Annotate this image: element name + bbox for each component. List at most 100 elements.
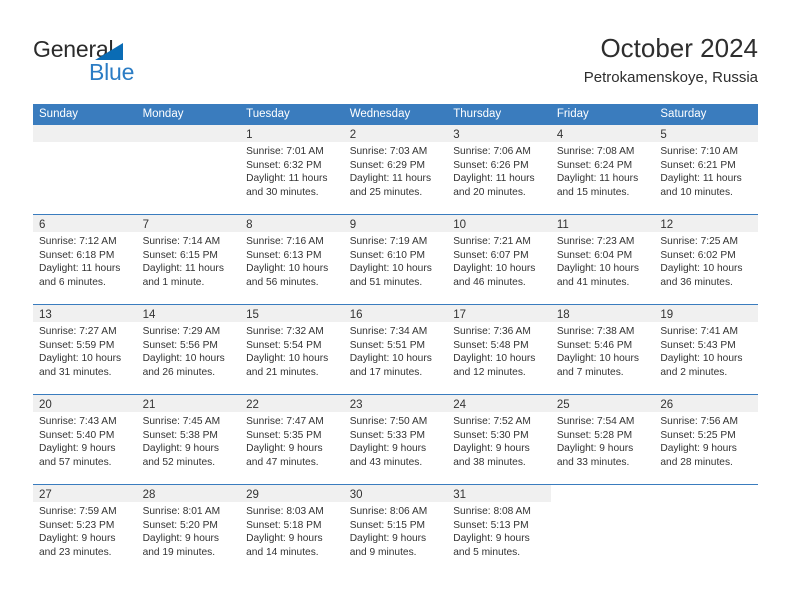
day-number: 23 bbox=[349, 399, 363, 411]
calendar-day-cell[interactable]: 22 Sunrise: 7:47 AM Sunset: 5:35 PM Dayligh… bbox=[240, 395, 344, 484]
day-number: 27 bbox=[39, 489, 52, 501]
day-number: 16 bbox=[349, 309, 363, 321]
calendar-day-cell[interactable]: 18 Sunrise: 7:38 AM Sunset: 5:46 PM Dayligh… bbox=[550, 305, 655, 394]
sunrise-text: Sunrise: 7:34 AM bbox=[349, 326, 428, 337]
day-number: 17 bbox=[453, 309, 467, 321]
sunrise-text: Sunrise: 7:38 AM bbox=[556, 326, 635, 337]
daylight-text-line1: Daylight: 10 hours bbox=[453, 353, 536, 365]
calendar-day-cell[interactable]: 16 Sunrise: 7:34 AM Sunset: 5:51 PM Dayligh… bbox=[343, 305, 448, 394]
daylight-text-line2: and 47 minutes. bbox=[246, 456, 319, 468]
day-details: Sunrise: 7:27 AM Sunset: 5:59 PM Daylight:… bbox=[33, 322, 137, 379]
calendar-day-cell[interactable]: 20 Sunrise: 7:43 AM Sunset: 5:40 PM Dayligh… bbox=[33, 395, 137, 484]
calendar-day-cell[interactable]: 8 Sunrise: 7:16 AM Sunset: 6:13 PM Daylight… bbox=[240, 215, 344, 304]
sunset-text: Sunset: 5:23 PM bbox=[39, 519, 115, 531]
title-block: October 2024 Petrokamenskoye, Russia bbox=[584, 32, 758, 88]
daylight-text-line1: Daylight: 9 hours bbox=[660, 443, 737, 455]
calendar-day-cell[interactable]: 28 Sunrise: 8:01 AM Sunset: 5:20 PM Dayligh… bbox=[136, 485, 241, 574]
day-details: Sunrise: 7:36 AM Sunset: 5:48 PM Daylight:… bbox=[447, 322, 551, 379]
day-number-band: 7 bbox=[136, 215, 241, 232]
calendar-day-cell[interactable]: 19 Sunrise: 7:41 AM Sunset: 5:43 PM Dayligh… bbox=[654, 305, 758, 394]
calendar-day-cell[interactable]: 31 Sunrise: 8:08 AM Sunset: 5:13 PM Dayligh… bbox=[447, 485, 551, 574]
day-number-band: 29 bbox=[240, 485, 344, 502]
calendar-day-cell[interactable]: 23 Sunrise: 7:50 AM Sunset: 5:33 PM Dayligh… bbox=[343, 395, 448, 484]
calendar-day-cell[interactable]: 5 Sunrise: 7:10 AM Sunset: 6:21 PM Daylight… bbox=[654, 125, 758, 214]
day-number-band: 18 bbox=[550, 305, 655, 322]
day-number-band: 8 bbox=[240, 215, 344, 232]
daylight-text-line2: and 7 minutes. bbox=[556, 366, 624, 378]
general-blue-logo: General Blue bbox=[33, 36, 233, 88]
calendar-week-row: 20 Sunrise: 7:43 AM Sunset: 5:40 PM Dayligh… bbox=[33, 394, 758, 484]
calendar-day-cell[interactable]: 17 Sunrise: 7:36 AM Sunset: 5:48 PM Dayligh… bbox=[447, 305, 551, 394]
calendar-day-cell[interactable]: 9 Sunrise: 7:19 AM Sunset: 6:10 PM Daylight… bbox=[343, 215, 448, 304]
calendar-day-cell[interactable]: 2 Sunrise: 7:03 AM Sunset: 6:29 PM Daylight… bbox=[343, 125, 448, 214]
calendar-empty-cell bbox=[136, 125, 241, 214]
daylight-text-line2: and 25 minutes. bbox=[349, 186, 423, 198]
calendar-table: Sunday Monday Tuesday Wednesday Thursday… bbox=[33, 104, 758, 574]
sunset-text: Sunset: 6:15 PM bbox=[142, 249, 218, 261]
daylight-text-line2: and 21 minutes. bbox=[246, 366, 319, 378]
day-number: 8 bbox=[246, 219, 253, 231]
daylight-text-line1: Daylight: 9 hours bbox=[246, 443, 323, 455]
day-details: Sunrise: 7:41 AM Sunset: 5:43 PM Daylight:… bbox=[654, 322, 758, 379]
calendar-day-cell[interactable]: 6 Sunrise: 7:12 AM Sunset: 6:18 PM Daylight… bbox=[33, 215, 137, 304]
daylight-text-line1: Daylight: 10 hours bbox=[349, 353, 432, 365]
day-number: 24 bbox=[453, 399, 467, 411]
sunrise-text: Sunrise: 7:47 AM bbox=[246, 416, 324, 427]
daylight-text-line2: and 51 minutes. bbox=[349, 276, 423, 288]
daylight-text-line1: Daylight: 10 hours bbox=[556, 263, 639, 275]
day-details: Sunrise: 7:45 AM Sunset: 5:38 PM Daylight:… bbox=[137, 412, 241, 469]
day-number: 2 bbox=[349, 129, 357, 141]
calendar-day-cell[interactable]: 11 Sunrise: 7:23 AM Sunset: 6:04 PM Dayligh… bbox=[550, 215, 655, 304]
calendar-day-cell[interactable]: 21 Sunrise: 7:45 AM Sunset: 5:38 PM Dayligh… bbox=[136, 395, 241, 484]
calendar-day-cell[interactable]: 29 Sunrise: 8:03 AM Sunset: 5:18 PM Dayligh… bbox=[240, 485, 344, 574]
calendar-day-cell[interactable]: 1 Sunrise: 7:01 AM Sunset: 6:32 PM Daylight… bbox=[240, 125, 344, 214]
calendar-day-cell[interactable]: 4 Sunrise: 7:08 AM Sunset: 6:24 PM Daylight… bbox=[550, 125, 655, 214]
daylight-text-line1: Daylight: 9 hours bbox=[453, 443, 530, 455]
day-number-band: 2 bbox=[343, 125, 448, 142]
sunset-text: Sunset: 5:48 PM bbox=[453, 339, 529, 351]
day-number-band: 6 bbox=[33, 215, 137, 232]
calendar-day-cell[interactable]: 24 Sunrise: 7:52 AM Sunset: 5:30 PM Dayligh… bbox=[447, 395, 551, 484]
day-number: 22 bbox=[246, 399, 259, 411]
day-number: 6 bbox=[39, 219, 46, 231]
calendar-day-cell[interactable]: 14 Sunrise: 7:29 AM Sunset: 5:56 PM Dayligh… bbox=[136, 305, 241, 394]
daylight-text-line1: Daylight: 10 hours bbox=[349, 263, 432, 275]
day-details: Sunrise: 7:10 AM Sunset: 6:21 PM Daylight:… bbox=[654, 142, 758, 199]
sunrise-text: Sunrise: 7:23 AM bbox=[556, 236, 635, 247]
day-number: 19 bbox=[660, 309, 674, 321]
daylight-text-line2: and 26 minutes. bbox=[142, 366, 216, 378]
day-number-band: 23 bbox=[343, 395, 448, 412]
day-details: Sunrise: 7:06 AM Sunset: 6:26 PM Daylight:… bbox=[447, 142, 551, 199]
calendar-day-cell[interactable]: 13 Sunrise: 7:27 AM Sunset: 5:59 PM Dayligh… bbox=[33, 305, 137, 394]
day-number: 21 bbox=[142, 399, 156, 411]
calendar-day-cell[interactable]: 10 Sunrise: 7:21 AM Sunset: 6:07 PM Dayligh… bbox=[447, 215, 551, 304]
calendar-day-cell[interactable]: 3 Sunrise: 7:06 AM Sunset: 6:26 PM Daylight… bbox=[447, 125, 551, 214]
calendar-day-cell[interactable]: 27 Sunrise: 7:59 AM Sunset: 5:23 PM Dayligh… bbox=[33, 485, 137, 574]
day-number: 3 bbox=[453, 129, 460, 141]
day-number-band: 22 bbox=[240, 395, 344, 412]
calendar-day-cell[interactable]: 26 Sunrise: 7:56 AM Sunset: 5:25 PM Dayligh… bbox=[654, 395, 758, 484]
daylight-text-line1: Daylight: 11 hours bbox=[246, 173, 328, 185]
sunrise-text: Sunrise: 7:41 AM bbox=[660, 326, 738, 337]
daylight-text-line2: and 30 minutes. bbox=[246, 186, 319, 198]
sunset-text: Sunset: 6:13 PM bbox=[246, 249, 322, 261]
daylight-text-line2: and 57 minutes. bbox=[39, 456, 112, 468]
day-number-band: 5 bbox=[654, 125, 758, 142]
calendar-day-cell[interactable]: 30 Sunrise: 8:06 AM Sunset: 5:15 PM Dayligh… bbox=[343, 485, 448, 574]
daylight-text-line2: and 20 minutes. bbox=[453, 186, 526, 198]
sunrise-text: Sunrise: 7:12 AM bbox=[39, 236, 117, 247]
calendar-day-cell[interactable]: 7 Sunrise: 7:14 AM Sunset: 6:15 PM Daylight… bbox=[136, 215, 241, 304]
daylight-text-line2: and 41 minutes. bbox=[556, 276, 630, 288]
sunset-text: Sunset: 5:28 PM bbox=[556, 429, 633, 441]
calendar-day-cell[interactable]: 25 Sunrise: 7:54 AM Sunset: 5:28 PM Dayligh… bbox=[550, 395, 655, 484]
day-details: Sunrise: 7:16 AM Sunset: 6:13 PM Daylight:… bbox=[240, 232, 344, 289]
dow-sunday: Sunday bbox=[39, 108, 79, 120]
calendar-day-cell[interactable]: 12 Sunrise: 7:25 AM Sunset: 6:02 PM Dayligh… bbox=[654, 215, 758, 304]
day-details: Sunrise: 7:19 AM Sunset: 6:10 PM Daylight:… bbox=[344, 232, 448, 289]
sunrise-text: Sunrise: 7:06 AM bbox=[453, 146, 531, 157]
daylight-text-line2: and 46 minutes. bbox=[453, 276, 526, 288]
daylight-text-line2: and 38 minutes. bbox=[453, 456, 526, 468]
daylight-text-line2: and 23 minutes. bbox=[39, 546, 112, 558]
calendar-day-cell[interactable]: 15 Sunrise: 7:32 AM Sunset: 5:54 PM Dayligh… bbox=[240, 305, 344, 394]
day-details: Sunrise: 7:14 AM Sunset: 6:15 PM Daylight:… bbox=[137, 232, 241, 289]
